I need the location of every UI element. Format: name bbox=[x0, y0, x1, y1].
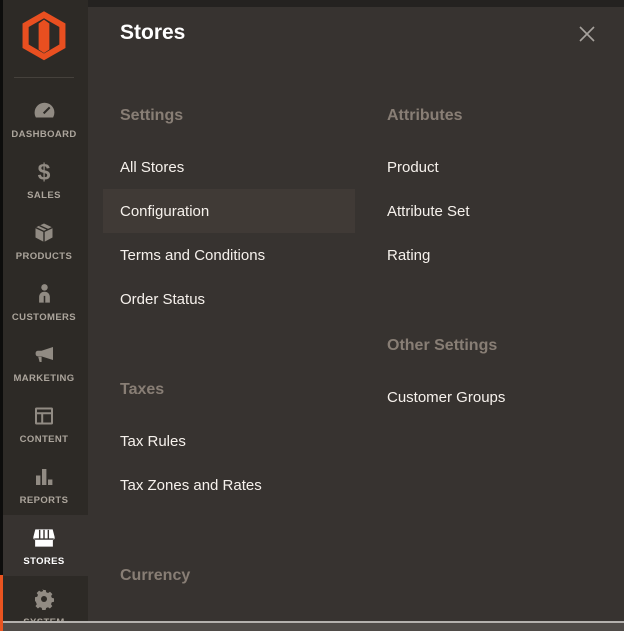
sidebar-divider bbox=[14, 77, 74, 78]
sidebar-item-stores[interactable]: STORES bbox=[0, 515, 88, 576]
menu-item-label: Configuration bbox=[120, 203, 209, 220]
menu-item-order-status[interactable]: Order Status bbox=[103, 277, 355, 321]
sidebar-item-label: STORES bbox=[23, 556, 64, 567]
page-bottom-strip bbox=[0, 621, 624, 631]
menu-item-product[interactable]: Product bbox=[370, 145, 622, 189]
gear-icon bbox=[32, 586, 56, 612]
admin-header-strip bbox=[88, 0, 624, 7]
section-title: Currency bbox=[120, 565, 355, 587]
sidebar-item-label: MARKETING bbox=[13, 373, 74, 384]
sidebar-item-customers[interactable]: CUSTOMERS bbox=[0, 271, 88, 332]
menu-item-currency-rates[interactable]: Currency Rates bbox=[103, 605, 355, 621]
close-icon bbox=[576, 23, 598, 50]
section-title: Attributes bbox=[387, 105, 622, 127]
sidebar-item-label: REPORTS bbox=[20, 495, 69, 506]
menu-item-tax-rules[interactable]: Tax Rules bbox=[103, 419, 355, 463]
menu-item-label: Order Status bbox=[120, 291, 205, 308]
sidebar-item-sales[interactable]: $ SALES bbox=[0, 149, 88, 210]
sidebar-item-marketing[interactable]: MARKETING bbox=[0, 332, 88, 393]
section-settings: Settings All Stores Configuration Terms … bbox=[103, 105, 355, 321]
megaphone-icon bbox=[32, 342, 56, 368]
section-other-settings: Other Settings Customer Groups bbox=[370, 335, 622, 419]
menu-item-rating[interactable]: Rating bbox=[370, 233, 622, 277]
stores-flyout-panel: Stores Settings All Stores Configuration… bbox=[88, 7, 624, 621]
bar-chart-icon bbox=[32, 464, 56, 490]
menu-item-tax-zones-and-rates[interactable]: Tax Zones and Rates bbox=[103, 463, 355, 507]
menu-item-customer-groups[interactable]: Customer Groups bbox=[370, 375, 622, 419]
storefront-icon bbox=[31, 525, 57, 551]
magento-logo-button[interactable] bbox=[0, 9, 88, 69]
sidebar-item-label: CUSTOMERS bbox=[12, 312, 76, 323]
menu-item-label: Rating bbox=[387, 247, 430, 264]
magento-admin-stores-menu: DASHBOARD $ SALES PRODUCTS bbox=[0, 0, 624, 631]
sidebar-item-dashboard[interactable]: DASHBOARD bbox=[0, 88, 88, 149]
left-edge-orange-marker bbox=[0, 575, 3, 631]
sidebar-menu: DASHBOARD $ SALES PRODUCTS bbox=[0, 88, 88, 631]
section-currency: Currency Currency Rates bbox=[103, 565, 355, 621]
sidebar-item-label: SALES bbox=[27, 190, 61, 201]
menu-item-label: Currency Rates bbox=[120, 619, 224, 622]
sidebar-item-label: CONTENT bbox=[20, 434, 69, 445]
menu-item-label: Terms and Conditions bbox=[120, 247, 265, 264]
sidebar-item-label: PRODUCTS bbox=[16, 251, 73, 262]
dashboard-gauge-icon bbox=[32, 98, 57, 124]
section-title: Taxes bbox=[120, 379, 355, 401]
magento-logo bbox=[21, 11, 67, 67]
flyout-title: Stores bbox=[120, 21, 185, 45]
menu-item-label: Customer Groups bbox=[387, 389, 505, 406]
menu-item-configuration[interactable]: Configuration bbox=[103, 189, 355, 233]
section-taxes: Taxes Tax Rules Tax Zones and Rates bbox=[103, 379, 355, 507]
menu-item-label: All Stores bbox=[120, 159, 184, 176]
menu-item-terms-and-conditions[interactable]: Terms and Conditions bbox=[103, 233, 355, 277]
sidebar-item-content[interactable]: CONTENT bbox=[0, 393, 88, 454]
window-left-edge bbox=[0, 0, 3, 631]
menu-item-label: Product bbox=[387, 159, 439, 176]
admin-sidebar: DASHBOARD $ SALES PRODUCTS bbox=[0, 0, 88, 621]
box-icon bbox=[32, 220, 56, 246]
menu-item-label: Tax Rules bbox=[120, 433, 186, 450]
section-title: Settings bbox=[120, 105, 355, 127]
section-attributes: Attributes Product Attribute Set Rating bbox=[370, 105, 622, 277]
sidebar-item-label: DASHBOARD bbox=[11, 129, 76, 140]
menu-item-all-stores[interactable]: All Stores bbox=[103, 145, 355, 189]
close-button[interactable] bbox=[574, 23, 600, 49]
menu-item-attribute-set[interactable]: Attribute Set bbox=[370, 189, 622, 233]
dollar-icon: $ bbox=[38, 159, 51, 185]
person-icon bbox=[33, 281, 56, 307]
layout-icon bbox=[32, 403, 56, 429]
section-title: Other Settings bbox=[387, 335, 622, 357]
sidebar-item-products[interactable]: PRODUCTS bbox=[0, 210, 88, 271]
sidebar-item-reports[interactable]: REPORTS bbox=[0, 454, 88, 515]
menu-item-label: Tax Zones and Rates bbox=[120, 477, 262, 494]
menu-item-label: Attribute Set bbox=[387, 203, 470, 220]
